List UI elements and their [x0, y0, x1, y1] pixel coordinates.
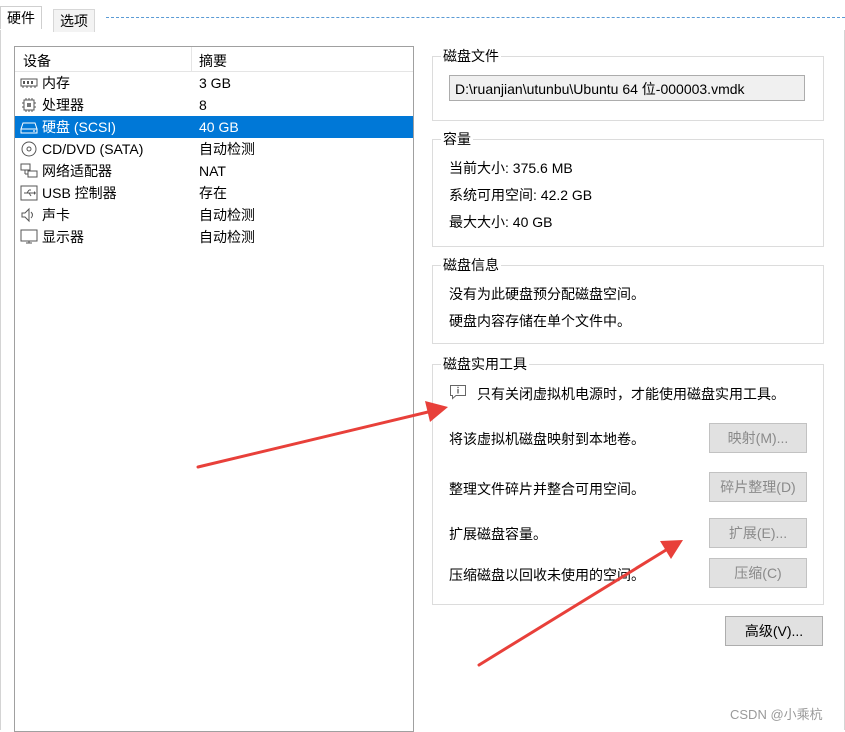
device-name: 网络适配器: [42, 163, 112, 179]
device-summary: 8: [199, 97, 207, 113]
map-description: 将该虚拟机磁盘映射到本地卷。: [449, 431, 645, 447]
cd-dvd-icon: [20, 141, 38, 157]
processor-icon: [20, 97, 38, 113]
disk-file-group: 磁盘文件 D:\ruanjian\utunbu\Ubuntu 64 位-0000…: [432, 47, 824, 121]
column-header-device[interactable]: 设备: [23, 51, 51, 71]
map-button[interactable]: 映射(M)...: [709, 423, 807, 453]
advanced-button[interactable]: 高级(V)...: [725, 616, 823, 646]
group-title: 磁盘信息: [441, 256, 501, 274]
device-summary: 存在: [199, 185, 227, 201]
tab-bar: 硬件 选项: [0, 0, 845, 32]
device-row-hard-disk[interactable]: 硬盘 (SCSI) 40 GB: [15, 116, 413, 138]
column-header-summary[interactable]: 摘要: [199, 51, 227, 71]
device-row-network-adapter[interactable]: 网络适配器 NAT: [15, 160, 413, 182]
device-row-processor[interactable]: 处理器 8: [15, 94, 413, 116]
device-summary: 3 GB: [199, 75, 231, 91]
device-summary: 自动检测: [199, 141, 255, 157]
compact-description: 压缩磁盘以回收未使用的空间。: [449, 567, 645, 583]
tab-hardware[interactable]: 硬件: [0, 6, 42, 29]
device-name: USB 控制器: [42, 185, 117, 201]
tab-options[interactable]: 选项: [53, 9, 95, 32]
disk-info-line: 硬盘内容存储在单个文件中。: [449, 313, 631, 329]
device-summary: 自动检测: [199, 229, 255, 245]
device-name: 声卡: [42, 207, 70, 223]
info-icon: [449, 384, 467, 400]
network-adapter-icon: [20, 163, 38, 179]
device-row-cd-dvd[interactable]: CD/DVD (SATA) 自动检测: [15, 138, 413, 160]
device-name: 显示器: [42, 229, 84, 245]
device-row-memory[interactable]: 内存 3 GB: [15, 72, 413, 94]
usb-icon: [20, 185, 38, 201]
defrag-button[interactable]: 碎片整理(D): [709, 472, 807, 502]
group-title: 容量: [441, 130, 473, 148]
expand-description: 扩展磁盘容量。: [449, 526, 547, 542]
display-icon: [20, 229, 38, 245]
current-size-label: 当前大小: 375.6 MB: [449, 160, 573, 176]
device-name: 内存: [42, 75, 70, 91]
column-divider[interactable]: [191, 47, 192, 71]
device-name: CD/DVD (SATA): [42, 141, 144, 157]
device-list[interactable]: 设备 摘要 内存 3 GB 处理器 8 硬盘 (SCSI) 40 GB CD/D…: [14, 46, 414, 732]
device-list-header: 设备 摘要: [15, 47, 413, 72]
expand-button[interactable]: 扩展(E)...: [709, 518, 807, 548]
capacity-group: 容量 当前大小: 375.6 MB 系统可用空间: 42.2 GB 最大大小: …: [432, 130, 824, 247]
device-name: 硬盘 (SCSI): [42, 119, 116, 135]
device-row-display[interactable]: 显示器 自动检测: [15, 226, 413, 248]
sound-card-icon: [20, 207, 38, 223]
device-summary: 自动检测: [199, 207, 255, 223]
device-summary: 40 GB: [199, 119, 239, 135]
disk-info-line: 没有为此硬盘预分配磁盘空间。: [449, 286, 645, 302]
group-title: 磁盘文件: [441, 47, 501, 65]
defrag-description: 整理文件碎片并整合可用空间。: [449, 481, 645, 497]
device-row-usb-controller[interactable]: USB 控制器 存在: [15, 182, 413, 204]
tab-divider: [106, 17, 845, 18]
group-title: 磁盘实用工具: [441, 355, 529, 373]
disk-utilities-group: 磁盘实用工具 只有关闭虚拟机电源时，才能使用磁盘实用工具。 将该虚拟机磁盘映射到…: [432, 355, 824, 605]
compact-button[interactable]: 压缩(C): [709, 558, 807, 588]
disk-info-group: 磁盘信息 没有为此硬盘预分配磁盘空间。 硬盘内容存储在单个文件中。: [432, 256, 824, 344]
watermark: CSDN @小乘杭: [730, 707, 823, 722]
device-summary: NAT: [199, 163, 226, 179]
disk-file-path-field[interactable]: D:\ruanjian\utunbu\Ubuntu 64 位-000003.vm…: [449, 75, 805, 101]
available-space-label: 系统可用空间: 42.2 GB: [449, 187, 593, 203]
device-name: 处理器: [42, 97, 84, 113]
utilities-notice: 只有关闭虚拟机电源时，才能使用磁盘实用工具。: [477, 386, 785, 402]
hard-disk-icon: [20, 119, 38, 135]
memory-icon: [20, 75, 38, 91]
device-row-sound-card[interactable]: 声卡 自动检测: [15, 204, 413, 226]
max-size-label: 最大大小: 40 GB: [449, 214, 553, 230]
